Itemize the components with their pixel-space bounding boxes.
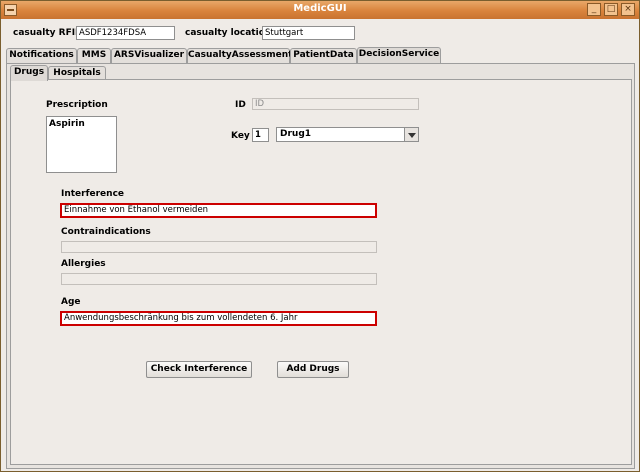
main-window: MedicGUI _ □ × casualty RFID: ASDF1234FD… — [0, 0, 640, 472]
drug-select[interactable]: Drug1 — [276, 127, 419, 142]
maximize-icon[interactable]: □ — [604, 3, 618, 16]
close-icon[interactable]: × — [621, 3, 635, 16]
minimize-icon[interactable]: _ — [587, 3, 601, 16]
allergies-field — [61, 273, 377, 285]
tab-mms[interactable]: MMS — [77, 48, 111, 63]
tab-notifications[interactable]: Notifications — [6, 48, 77, 63]
title-bar[interactable]: MedicGUI _ □ × — [1, 1, 639, 19]
contraindications-field — [61, 241, 377, 253]
check-interference-button[interactable]: Check Interference — [146, 361, 252, 378]
prescription-label: Prescription — [46, 100, 108, 110]
id-label: ID — [235, 100, 246, 110]
tab-decisionservice[interactable]: DecisionService — [357, 47, 441, 63]
prescription-list[interactable]: Aspirin — [46, 116, 117, 173]
rfid-field[interactable]: ASDF1234FDSA — [76, 26, 175, 40]
id-field: ID — [252, 98, 419, 110]
key-label: Key — [231, 131, 250, 141]
list-item[interactable]: Aspirin — [49, 119, 85, 129]
age-field[interactable]: Anwendungsbeschränkung bis zum vollendet… — [60, 311, 377, 326]
tab-drugs[interactable]: Drugs — [10, 65, 48, 81]
location-field[interactable]: Stuttgart — [262, 26, 355, 40]
interference-label: Interference — [61, 189, 125, 199]
drug-select-value: Drug1 — [280, 129, 312, 139]
window-title: MedicGUI — [293, 3, 347, 14]
dropdown-arrow-icon[interactable] — [404, 128, 418, 141]
key-field[interactable]: 1 — [252, 128, 269, 142]
allergies-label: Allergies — [61, 259, 106, 269]
tab-casualtyassessment[interactable]: CasualtyAssessment — [187, 48, 292, 63]
tab-patientdata[interactable]: PatientData — [290, 48, 357, 63]
interference-field[interactable]: Einnahme von Ethanol vermeiden — [60, 203, 377, 218]
contraindications-label: Contraindications — [61, 227, 151, 237]
add-drugs-button[interactable]: Add Drugs — [277, 361, 349, 378]
tab-arsvisualizer[interactable]: ARSVisualizer — [111, 48, 187, 63]
age-label: Age — [61, 297, 81, 307]
